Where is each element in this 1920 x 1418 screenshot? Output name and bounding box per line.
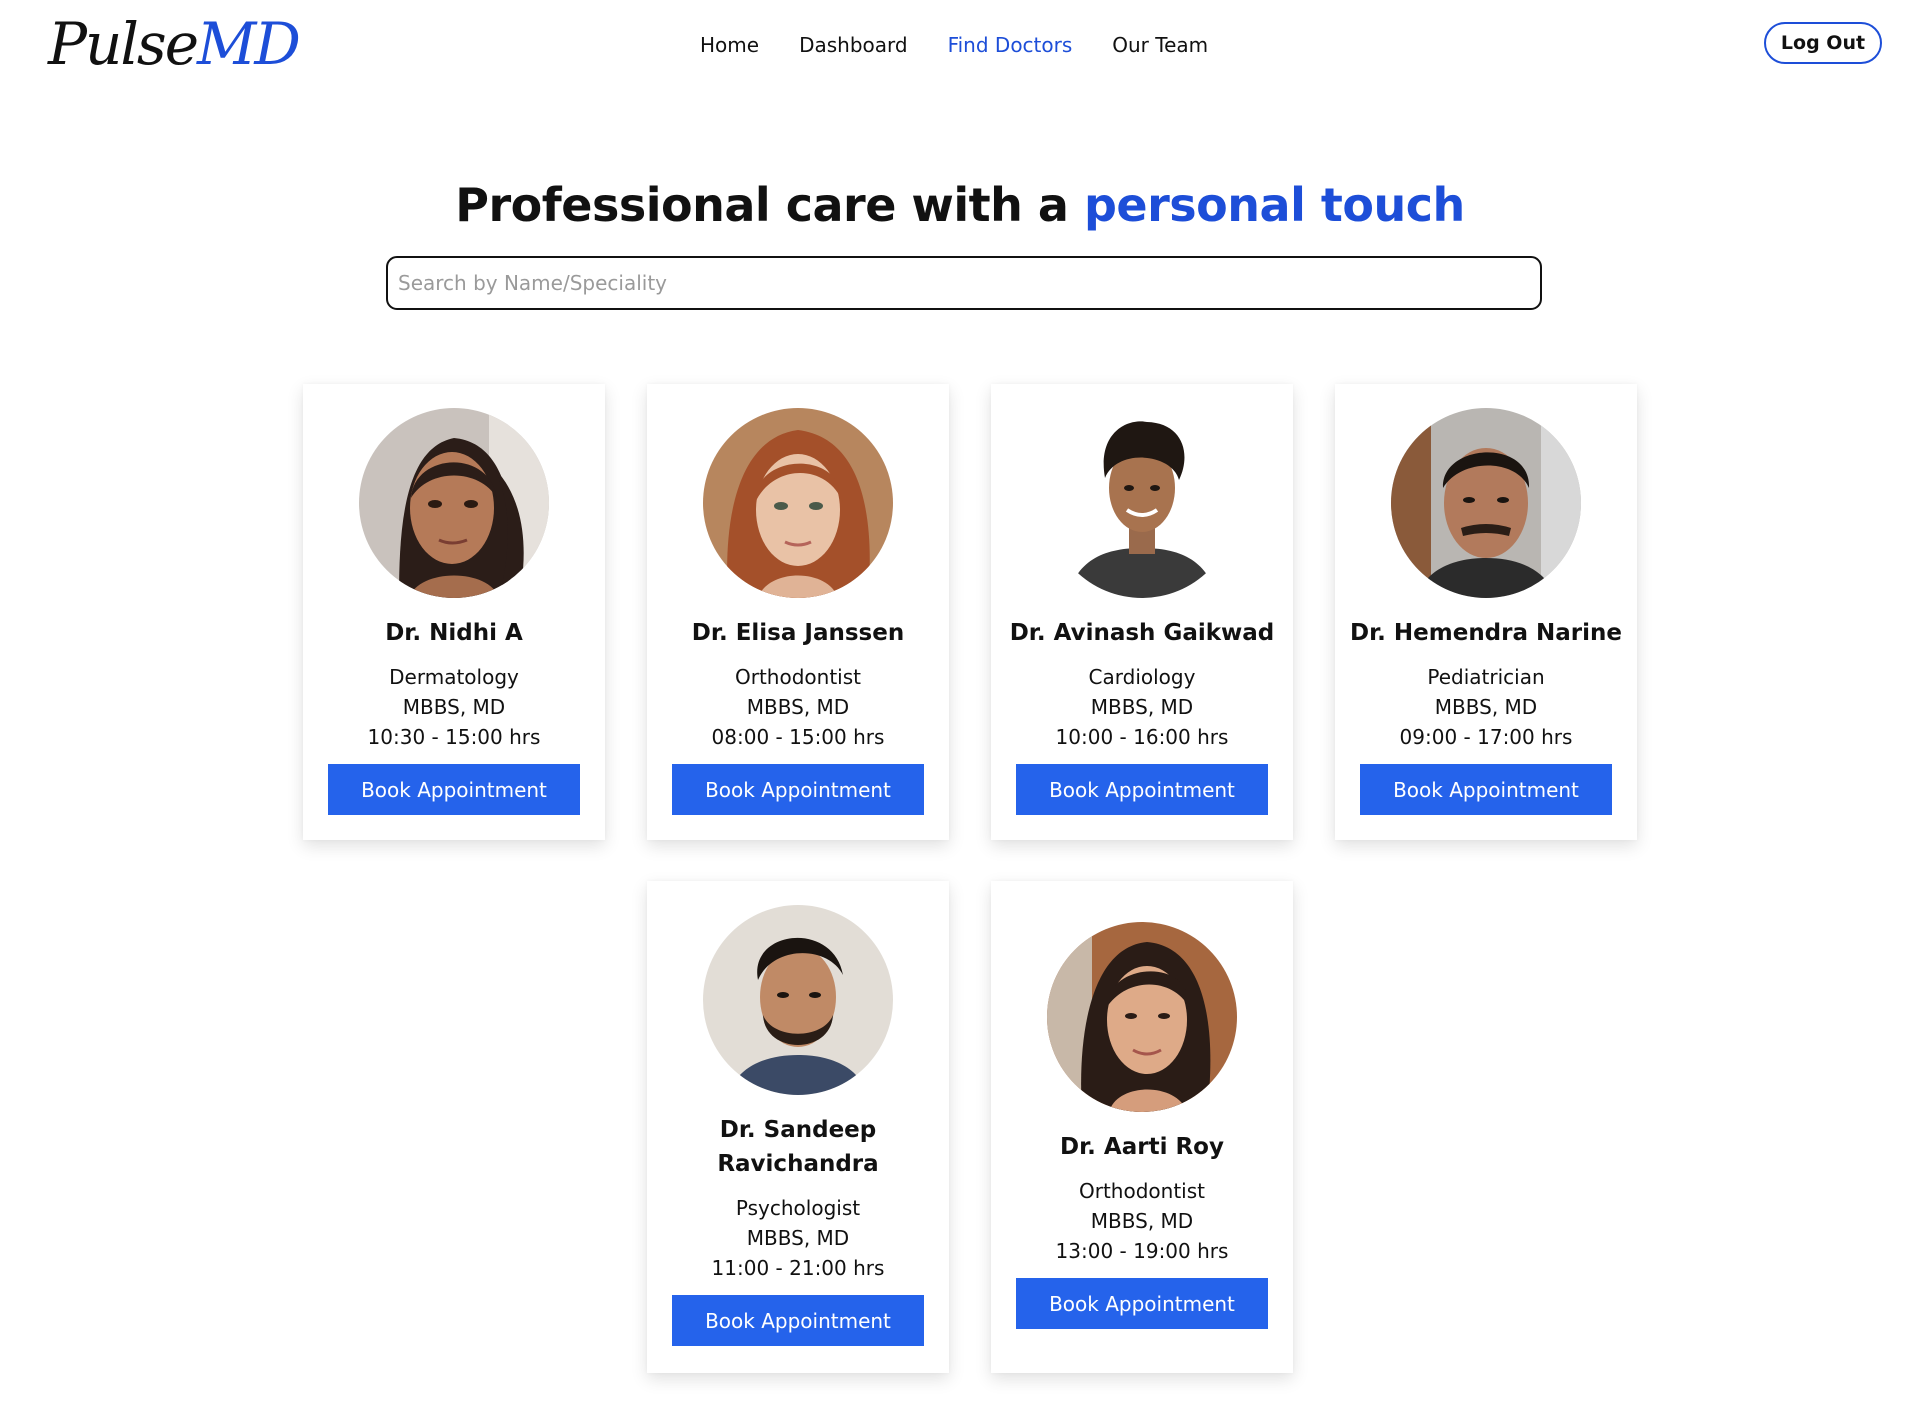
nav-home[interactable]: Home — [700, 0, 759, 90]
header: PulseMD Home Dashboard Find Doctors Our … — [0, 0, 1920, 90]
doctor-hours: 08:00 - 15:00 hrs — [711, 725, 885, 749]
title-accent-text: personal touch — [1083, 178, 1465, 232]
log-out-button[interactable]: Log Out — [1764, 22, 1882, 64]
doctor-qualification: MBBS, MD — [1090, 1209, 1194, 1233]
doctor-card-elisa-janssen: Dr. Elisa Janssen Orthodontist MBBS, MD … — [647, 384, 949, 840]
page-title: Professional care with a personal touch — [0, 178, 1920, 232]
doctor-hours: 11:00 - 21:00 hrs — [711, 1256, 885, 1280]
doctor-hours: 10:30 - 15:00 hrs — [367, 725, 541, 749]
doctor-name: Dr. Elisa Janssen — [691, 620, 905, 646]
doctor-card-aarti-roy: Dr. Aarti Roy Orthodontist MBBS, MD 13:0… — [991, 881, 1293, 1373]
book-appointment-button[interactable]: Book Appointment — [672, 1295, 924, 1346]
doctor-specialty: Pediatrician — [1427, 665, 1545, 689]
logo-text-pulse: Pulse — [48, 10, 199, 78]
doctor-specialty: Orthodontist — [735, 665, 861, 689]
title-plain-text: Professional care with a — [455, 178, 1084, 232]
doctor-specialty: Orthodontist — [1079, 1179, 1205, 1203]
logo-text-md: MD — [197, 10, 301, 78]
doctor-photo-avatar — [1047, 408, 1237, 598]
doctor-qualification: MBBS, MD — [402, 695, 506, 719]
doctor-qualification: MBBS, MD — [1090, 695, 1194, 719]
search-input[interactable] — [386, 256, 1542, 310]
doctor-specialty: Dermatology — [389, 665, 519, 689]
pulsemd-logo[interactable]: PulseMD — [48, 8, 301, 80]
main-nav: Home Dashboard Find Doctors Our Team — [700, 0, 1248, 90]
nav-find-doctors[interactable]: Find Doctors — [948, 0, 1073, 90]
book-appointment-button[interactable]: Book Appointment — [672, 764, 924, 815]
book-appointment-button[interactable]: Book Appointment — [1016, 1278, 1268, 1329]
nav-our-team[interactable]: Our Team — [1112, 0, 1208, 90]
doctor-photo-avatar — [359, 408, 549, 598]
doctor-card-nidhi-a: Dr. Nidhi A Dermatology MBBS, MD 10:30 -… — [303, 384, 605, 840]
nav-dashboard[interactable]: Dashboard — [799, 0, 908, 90]
doctor-name: Dr. Nidhi A — [385, 620, 523, 646]
doctor-qualification: MBBS, MD — [746, 1226, 850, 1250]
doctor-qualification: MBBS, MD — [1434, 695, 1538, 719]
doctor-photo-avatar — [703, 408, 893, 598]
doctor-hours: 13:00 - 19:00 hrs — [1055, 1239, 1229, 1263]
book-appointment-button[interactable]: Book Appointment — [328, 764, 580, 815]
doctor-hours: 10:00 - 16:00 hrs — [1055, 725, 1229, 749]
doctor-name: Dr. Hemendra Narine — [1350, 620, 1622, 646]
doctor-hours: 09:00 - 17:00 hrs — [1399, 725, 1573, 749]
doctor-card-sandeep-ravichandra: Dr. Sandeep Ravichandra Psychologist MBB… — [647, 881, 949, 1373]
doctor-name: Dr. Sandeep Ravichandra — [717, 1117, 879, 1177]
book-appointment-button[interactable]: Book Appointment — [1360, 764, 1612, 815]
doctor-card-avinash-gaikwad: Dr. Avinash Gaikwad Cardiology MBBS, MD … — [991, 384, 1293, 840]
doctor-name: Dr. Aarti Roy — [1060, 1134, 1224, 1160]
doctor-card-hemendra-narine: Dr. Hemendra Narine Pediatrician MBBS, M… — [1335, 384, 1637, 840]
book-appointment-button[interactable]: Book Appointment — [1016, 764, 1268, 815]
doctor-specialty: Cardiology — [1088, 665, 1196, 689]
doctor-photo-avatar — [1047, 922, 1237, 1112]
doctor-specialty: Psychologist — [735, 1196, 861, 1220]
doctor-photo-avatar — [1391, 408, 1581, 598]
doctor-photo-avatar — [703, 905, 893, 1095]
doctor-qualification: MBBS, MD — [746, 695, 850, 719]
doctor-name: Dr. Avinash Gaikwad — [1009, 620, 1275, 646]
